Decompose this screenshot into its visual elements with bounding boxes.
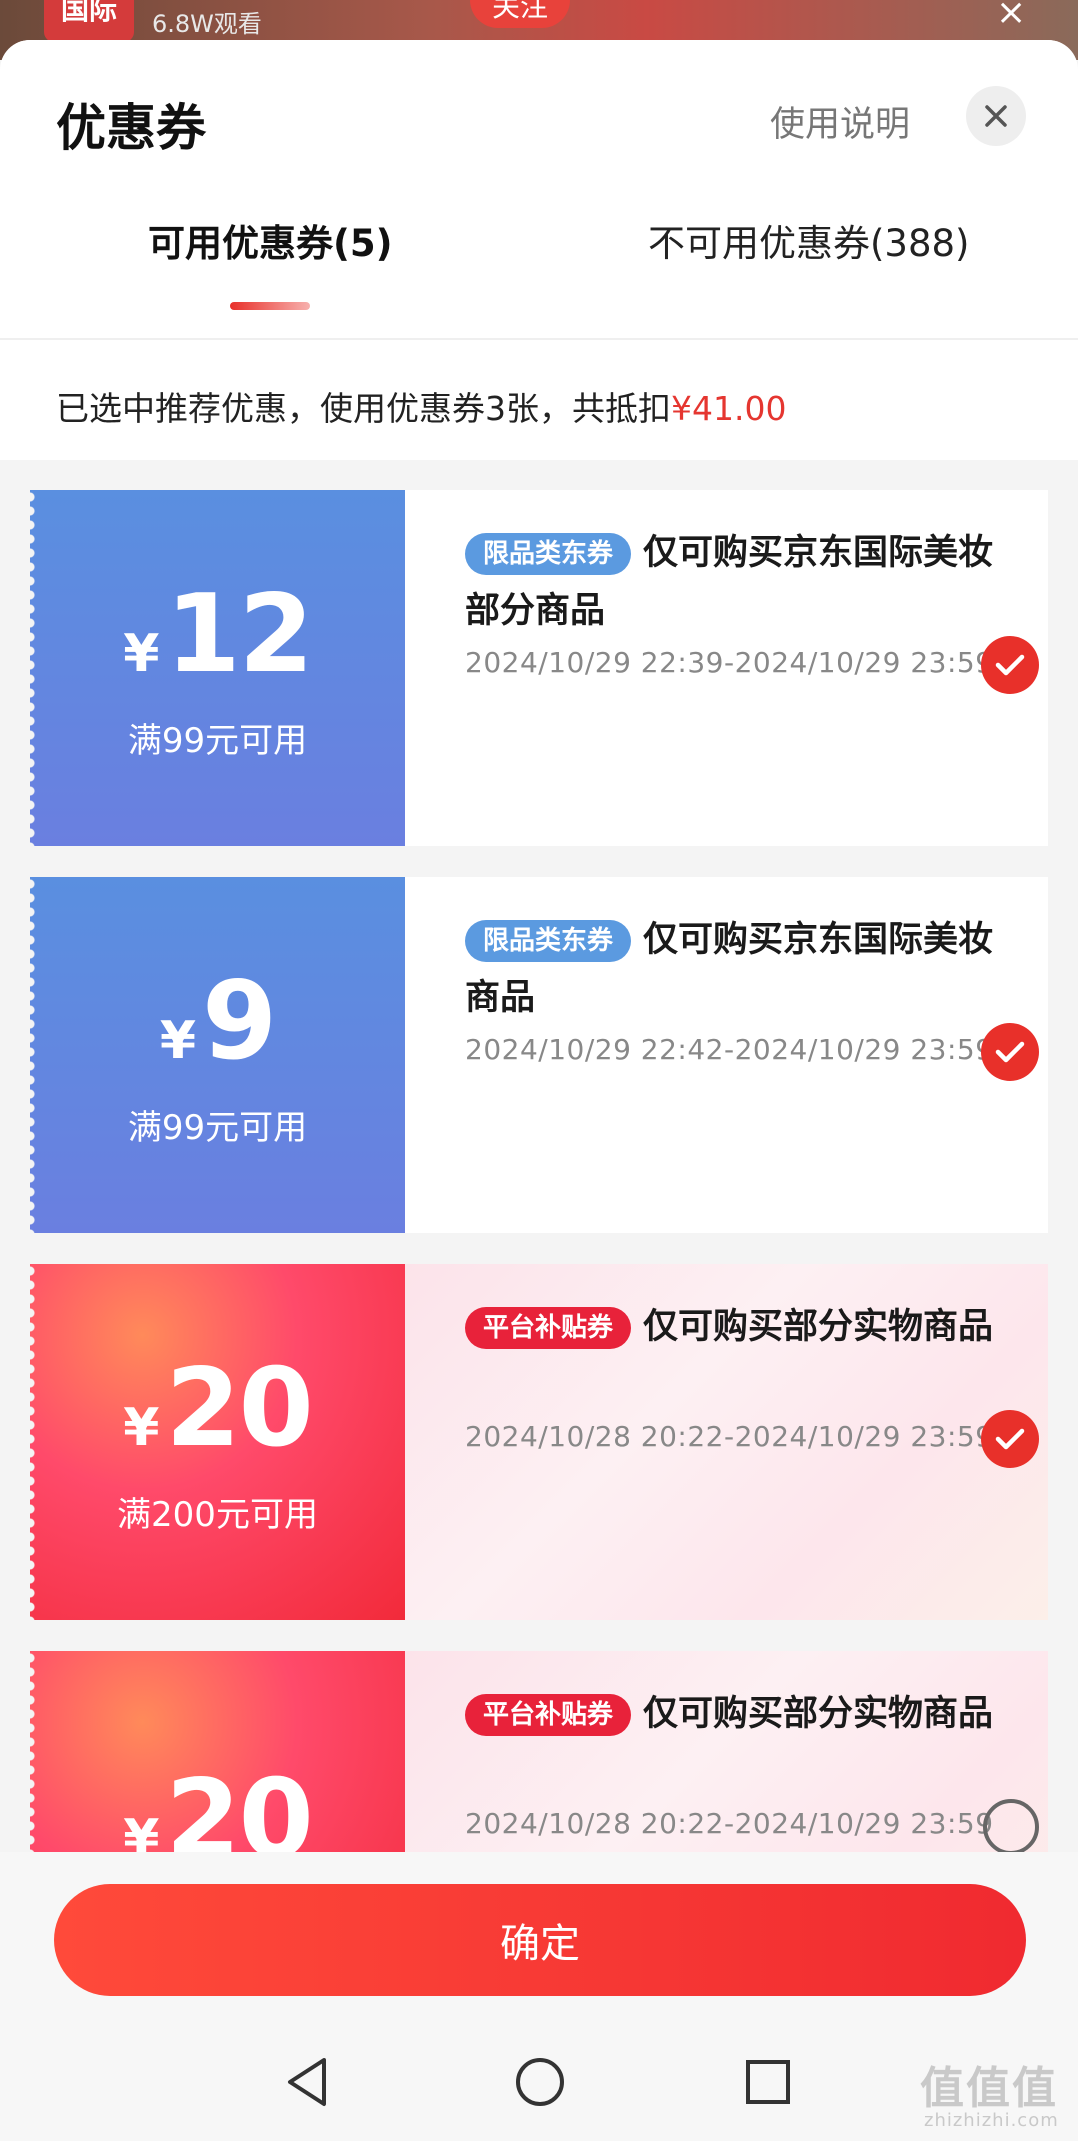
active-tab-indicator: [230, 302, 310, 310]
coupon-amount: 9: [202, 958, 277, 1084]
coupon-description: 仅可购买部分实物商品: [643, 1307, 994, 1347]
follow-button: 关注: [470, 0, 570, 28]
background-close-icon: ×: [996, 0, 1027, 33]
close-button[interactable]: [966, 86, 1026, 146]
selection-summary: 已选中推荐优惠，使用优惠券3张，共抵扣¥41.00: [0, 340, 1078, 460]
summary-amount: ¥41.00: [671, 389, 787, 428]
coupon-validity: 2024/10/28 20:22-2024/10/29 23:59: [465, 1807, 994, 1840]
coupon-card[interactable]: ¥ 20 满200元可用 平台补贴券 仅可购买部分实物商品 2024/10/28 …: [30, 1264, 1048, 1620]
checkmark-icon: [995, 1041, 1025, 1063]
coupon-condition: 满99元可用: [127, 720, 308, 761]
currency-symbol: ¥: [123, 623, 160, 684]
coupon-amount: 12: [165, 571, 313, 697]
bottom-bar: 确定 值值值 zhizhizhi.com: [0, 1852, 1078, 2141]
coupon-tag: 限品类东券: [465, 533, 632, 575]
viewer-count: 6.8W观看: [152, 10, 262, 38]
confirm-button[interactable]: 确定: [54, 1884, 1026, 1996]
close-icon: [985, 105, 1007, 127]
usage-instructions-link[interactable]: 使用说明: [770, 96, 910, 147]
coupon-validity: 2024/10/28 20:22-2024/10/29 23:59: [465, 1420, 994, 1453]
coupon-value-panel: ¥ 12 满99元可用: [30, 490, 405, 846]
coupon-validity: 2024/10/29 22:39-2024/10/29 23:59: [465, 646, 994, 679]
coupon-value-panel: ¥ 20 满200元可用: [30, 1264, 405, 1620]
watermark-url: zhizhizhi.com: [924, 2110, 1059, 2131]
coupon-selected-checkbox[interactable]: [981, 1023, 1039, 1081]
back-nav-button[interactable]: [278, 2052, 338, 2112]
coupon-info-panel: 平台补贴券 仅可购买部分实物商品 2024/10/28 20:22-2024/10…: [405, 1264, 1048, 1620]
recents-nav-button[interactable]: [738, 2052, 798, 2112]
currency-symbol: ¥: [123, 1397, 160, 1458]
coupon-description: 仅可购买部分实物商品: [643, 1694, 994, 1734]
checkmark-icon: [995, 654, 1025, 676]
recents-square-icon: [746, 2060, 790, 2104]
coupon-condition: 满200元可用: [117, 1494, 318, 1535]
back-triangle-icon: [288, 2058, 326, 2106]
coupon-tag: 平台补贴券: [465, 1307, 632, 1349]
coupon-tag: 限品类东券: [465, 920, 632, 962]
coupon-tag: 平台补贴券: [465, 1694, 632, 1736]
coupon-amount: 20: [165, 1345, 313, 1471]
coupon-validity: 2024/10/29 22:42-2024/10/29 23:59: [465, 1033, 994, 1066]
coupon-value-panel: ¥ 9 满99元可用: [30, 877, 405, 1233]
coupon-selected-checkbox[interactable]: [981, 1410, 1039, 1468]
page-title: 优惠券: [56, 99, 206, 157]
coupon-info-panel: 限品类东券 仅可购买京东国际美妆商品 2024/10/29 22:42-2024/…: [405, 877, 1048, 1233]
checkmark-icon: [995, 1428, 1025, 1450]
currency-symbol: ¥: [159, 1010, 197, 1071]
sheet-header: 优惠券 使用说明 可用优惠券(5) 不可用优惠券(388): [0, 40, 1078, 340]
watermark-logo: 值值值: [920, 2063, 1058, 2114]
live-logo: 国际: [44, 0, 134, 42]
tab-available-coupons[interactable]: 可用优惠券(5): [148, 213, 393, 267]
home-nav-button[interactable]: [510, 2052, 570, 2112]
coupon-selected-checkbox[interactable]: [981, 636, 1039, 694]
tab-unavailable-coupons[interactable]: 不可用优惠券(388): [648, 213, 970, 267]
coupon-info-panel: 限品类东券 仅可购买京东国际美妆部分商品 2024/10/29 22:39-202…: [405, 490, 1048, 846]
coupon-condition: 满99元可用: [127, 1107, 308, 1148]
coupon-card[interactable]: ¥ 9 满99元可用 限品类东券 仅可购买京东国际美妆商品 2024/10/29 …: [30, 877, 1048, 1233]
summary-text: 已选中推荐优惠，使用优惠券3张，共抵扣: [56, 389, 671, 428]
coupon-sheet: 优惠券 使用说明 可用优惠券(5) 不可用优惠券(388) 已选中推荐优惠，使用…: [0, 40, 1078, 2141]
home-circle-icon: [516, 2058, 564, 2106]
coupon-unselected-checkbox[interactable]: [983, 1799, 1039, 1855]
coupon-card[interactable]: ¥ 12 满99元可用 限品类东券 仅可购买京东国际美妆部分商品 2024/10/…: [30, 490, 1048, 846]
